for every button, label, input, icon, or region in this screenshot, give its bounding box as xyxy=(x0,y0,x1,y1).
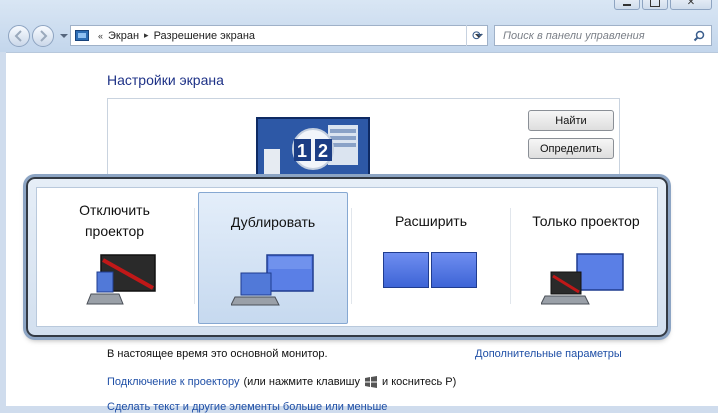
monitor-number-1: 1 xyxy=(297,141,308,161)
option-extend[interactable]: Расширить xyxy=(353,188,509,330)
monitor-number-2: 2 xyxy=(318,141,329,161)
connect-projector-link[interactable]: Подключение к проектору xyxy=(107,376,239,388)
control-panel-icon xyxy=(75,30,89,41)
advanced-settings-link[interactable]: Дополнительные параметры xyxy=(475,348,622,360)
text-size-link[interactable]: Сделать текст и другие элементы больше и… xyxy=(107,401,387,413)
search-input[interactable]: Поиск в панели управления xyxy=(494,25,712,46)
back-arrow-icon xyxy=(14,30,22,42)
address-bar[interactable]: « Экран ▸ Разрешение экрана xyxy=(70,25,488,46)
option-label-line2: проектор xyxy=(84,223,145,239)
extend-screen-left-icon xyxy=(383,252,429,288)
maximize-icon xyxy=(650,0,660,7)
back-button[interactable] xyxy=(8,25,30,47)
projector-options-panel: Отключить проектор Дублировать Расширить… xyxy=(36,187,658,327)
window-controls: ✕ xyxy=(614,0,712,10)
window-chrome: ✕ « Экран ▸ Разрешение экрана ⟳ Поиск в … xyxy=(0,0,718,52)
option-label-line1: Отключить xyxy=(79,202,150,218)
option-divider xyxy=(194,208,195,304)
projector-hint: (или нажмите клавишу xyxy=(243,376,361,388)
detect-button[interactable]: Определить xyxy=(528,138,614,159)
windows-key-icon xyxy=(365,376,378,388)
refresh-button[interactable]: ⟳ xyxy=(466,25,488,46)
forward-arrow-icon xyxy=(40,30,48,42)
projector-line: Подключение к проектору (или нажмите кла… xyxy=(107,376,456,388)
minimize-icon xyxy=(623,4,631,6)
option-label: Расширить xyxy=(394,213,468,229)
option-disconnect-projector[interactable]: Отключить проектор xyxy=(37,188,192,330)
monitor-desktop-icon xyxy=(258,119,368,185)
search-icon[interactable] xyxy=(693,30,705,42)
refresh-icon: ⟳ xyxy=(472,27,483,43)
disconnect-projector-icon xyxy=(86,254,156,305)
maximize-button[interactable] xyxy=(642,0,668,10)
recent-pages-chevron-icon[interactable] xyxy=(60,34,68,38)
search-placeholder: Поиск в панели управления xyxy=(503,29,645,42)
extend-screen-right-icon xyxy=(431,252,477,288)
option-projector-only[interactable]: Только проектор xyxy=(511,188,661,330)
projector-switch-overlay: Отключить проектор Дублировать Расширить… xyxy=(26,177,668,337)
breadcrumb-overflow-icon[interactable]: « xyxy=(98,31,103,41)
forward-button[interactable] xyxy=(32,25,54,47)
minimize-button[interactable] xyxy=(614,0,640,10)
projector-hint-end: и коснитесь P) xyxy=(382,376,457,388)
close-button[interactable]: ✕ xyxy=(670,0,712,10)
find-button[interactable]: Найти xyxy=(528,110,614,131)
option-label: Только проектор xyxy=(532,213,640,229)
option-divider xyxy=(351,208,352,304)
breadcrumb-display[interactable]: Экран xyxy=(108,30,139,42)
breadcrumb-screen-resolution[interactable]: Разрешение экрана xyxy=(154,30,255,42)
breadcrumb-separator-icon[interactable]: ▸ xyxy=(144,30,149,41)
option-label: Дублировать xyxy=(230,214,316,230)
primary-monitor-text: В настоящее время это основной монитор. xyxy=(107,348,328,360)
projector-only-icon xyxy=(541,253,624,305)
option-duplicate[interactable]: Дублировать xyxy=(198,192,348,324)
page-title: Настройки экрана xyxy=(107,72,224,88)
close-icon: ✕ xyxy=(686,0,696,8)
option-label: Отключить проектор xyxy=(37,201,192,241)
duplicate-icon xyxy=(231,254,314,306)
